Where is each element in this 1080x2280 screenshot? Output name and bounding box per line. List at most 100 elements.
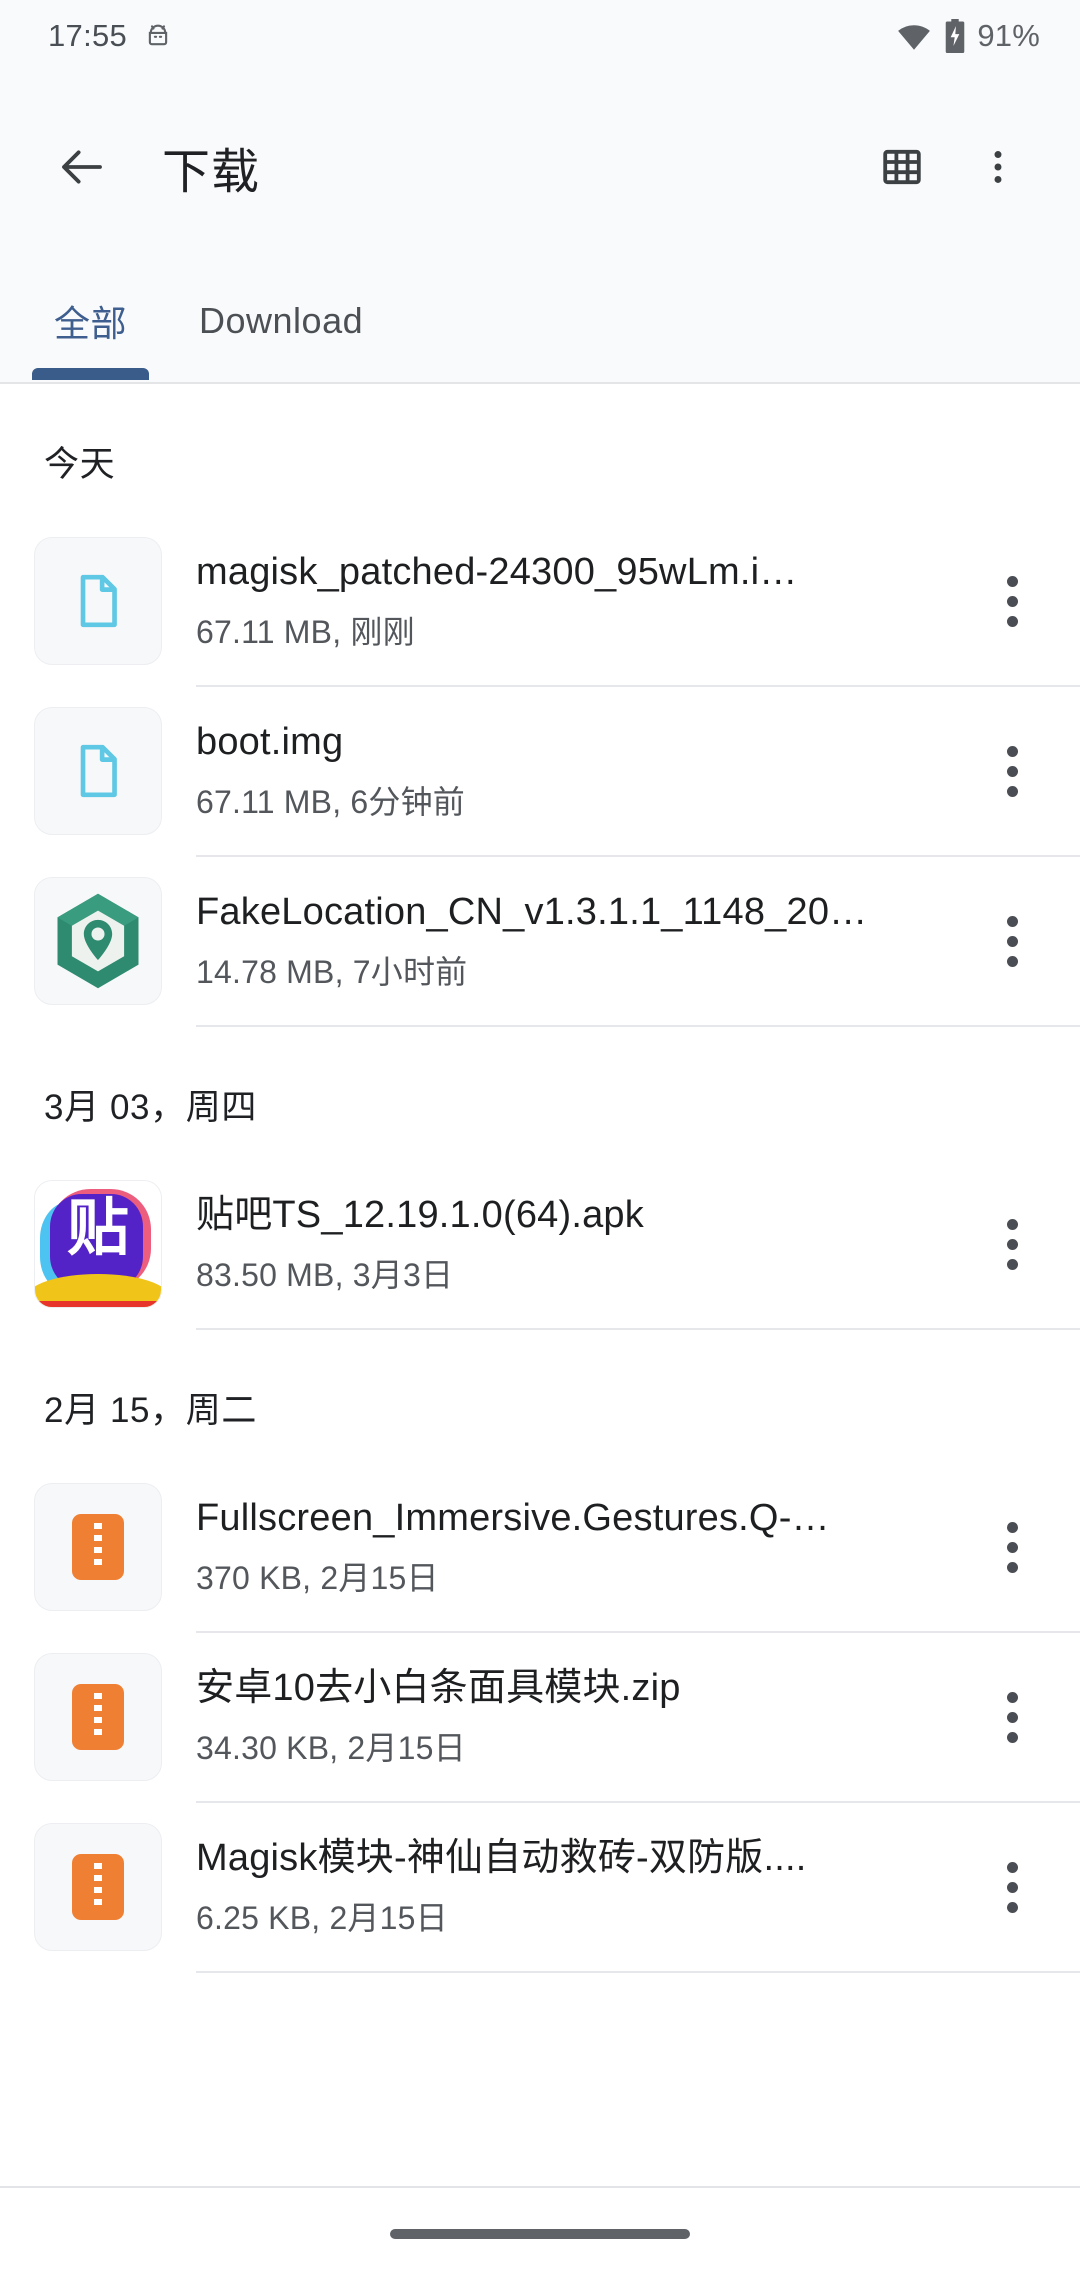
item-overflow-button[interactable]	[964, 711, 1060, 831]
more-vert-icon	[1006, 1731, 1018, 1743]
home-gesture-pill[interactable]	[390, 2229, 690, 2239]
more-vert-icon	[1006, 955, 1018, 967]
tab-download[interactable]: Download	[163, 262, 399, 380]
more-vert-icon	[1006, 1691, 1018, 1703]
file-meta: 370 KB, 2月15日	[196, 1559, 439, 1596]
list-item[interactable]: Magisk模块-神仙自动救砖-双防版.... 6.25 KB, 2月15日	[0, 1803, 1080, 1971]
file-thumbnail	[34, 707, 162, 835]
list-divider	[196, 1971, 1080, 1973]
file-name: boot.img	[196, 721, 344, 764]
file-thumbnail	[34, 1823, 162, 1951]
tab-all[interactable]: 全部	[18, 262, 163, 380]
document-file-icon	[67, 740, 129, 802]
item-overflow-button[interactable]	[964, 1184, 1060, 1304]
file-meta: 83.50 MB, 3月3日	[196, 1256, 454, 1293]
file-thumbnail	[34, 877, 162, 1005]
file-name: FakeLocation_CN_v1.3.1.1_1148_20…	[196, 891, 868, 934]
more-vert-icon	[1006, 765, 1018, 777]
file-meta: 14.78 MB, 7小时前	[196, 953, 468, 990]
zip-archive-icon	[72, 1514, 124, 1580]
more-vert-icon	[1006, 1541, 1018, 1553]
more-vert-icon	[1006, 595, 1018, 607]
more-vert-icon	[1006, 1258, 1018, 1270]
battery-charging-icon	[944, 19, 966, 53]
list-item[interactable]: 贴 贴吧TS_12.19.1.0(64).apk 83.50 MB, 3月3日	[0, 1160, 1080, 1328]
item-overflow-button[interactable]	[964, 1487, 1060, 1607]
file-name: 贴吧TS_12.19.1.0(64).apk	[196, 1194, 644, 1237]
back-arrow-icon	[55, 140, 109, 194]
more-vert-icon	[1006, 1521, 1018, 1533]
tab-bar: 全部 Download	[0, 262, 1080, 384]
downloads-list[interactable]: 今天 magisk_patched-24300_95wLm.i… 67.11 M…	[0, 384, 1080, 2186]
more-vert-icon	[1006, 745, 1018, 757]
file-name: Magisk模块-神仙自动救砖-双防版....	[196, 1837, 807, 1880]
list-item[interactable]: Fullscreen_Immersive.Gestures.Q-… 370 KB…	[0, 1463, 1080, 1631]
file-thumbnail	[34, 1483, 162, 1611]
more-vert-icon	[1006, 1861, 1018, 1873]
file-meta: 67.11 MB, 6分钟前	[196, 783, 465, 820]
file-name: 安卓10去小白条面具模块.zip	[196, 1667, 681, 1710]
more-vert-icon	[976, 145, 1020, 189]
file-text-block: 安卓10去小白条面具模块.zip 34.30 KB, 2月15日	[196, 1665, 964, 1768]
app-bar: 下载	[0, 72, 1080, 262]
file-text-block: magisk_patched-24300_95wLm.i… 67.11 MB, …	[196, 549, 964, 652]
item-overflow-button[interactable]	[964, 541, 1060, 661]
more-vert-icon	[1006, 1561, 1018, 1573]
file-text-block: Fullscreen_Immersive.Gestures.Q-… 370 KB…	[196, 1495, 964, 1598]
back-button[interactable]	[34, 119, 130, 215]
more-vert-icon	[1006, 1711, 1018, 1723]
tieba-app-icon: 贴	[35, 1181, 161, 1307]
grid-view-button[interactable]	[854, 119, 950, 215]
tieba-banner	[35, 1274, 161, 1307]
more-vert-icon	[1006, 575, 1018, 587]
more-vert-icon	[1006, 1881, 1018, 1893]
list-item[interactable]: 安卓10去小白条面具模块.zip 34.30 KB, 2月15日	[0, 1633, 1080, 1801]
more-vert-icon	[1006, 1901, 1018, 1913]
more-vert-icon	[1006, 935, 1018, 947]
status-bar-left: 17:55	[48, 18, 173, 54]
tieba-banner-inner	[35, 1301, 161, 1307]
more-vert-icon	[1006, 785, 1018, 797]
file-text-block: FakeLocation_CN_v1.3.1.1_1148_20… 14.78 …	[196, 889, 964, 992]
document-file-icon	[67, 570, 129, 632]
overflow-menu-button[interactable]	[950, 119, 1046, 215]
file-thumbnail	[34, 537, 162, 665]
file-meta: 6.25 KB, 2月15日	[196, 1899, 448, 1936]
zip-archive-icon	[72, 1684, 124, 1750]
downloads-screen: 17:55 91% 下载 全部 Download 今天 magisk_patch…	[0, 0, 1080, 2280]
file-text-block: Magisk模块-神仙自动救砖-双防版.... 6.25 KB, 2月15日	[196, 1835, 964, 1938]
file-text-block: boot.img 67.11 MB, 6分钟前	[196, 719, 964, 822]
date-group-header: 2月 15，周二	[44, 1391, 257, 1430]
tab-all-label: 全部	[54, 303, 128, 344]
list-item[interactable]: FakeLocation_CN_v1.3.1.1_1148_20… 14.78 …	[0, 857, 1080, 1025]
status-bar: 17:55 91%	[0, 0, 1080, 72]
fakelocation-app-icon	[44, 887, 152, 995]
android-head-icon	[143, 21, 173, 51]
status-clock: 17:55	[48, 18, 128, 53]
more-vert-icon	[1006, 915, 1018, 927]
date-group-header: 3月 03，周四	[44, 1088, 257, 1127]
page-title: 下载	[162, 146, 261, 199]
wifi-icon	[895, 21, 933, 51]
item-overflow-button[interactable]	[964, 1827, 1060, 1947]
battery-percent-label: 91%	[977, 18, 1040, 53]
more-vert-icon	[1006, 1218, 1018, 1230]
more-vert-icon	[1006, 1238, 1018, 1250]
item-overflow-button[interactable]	[964, 1657, 1060, 1777]
file-text-block: 贴吧TS_12.19.1.0(64).apk 83.50 MB, 3月3日	[196, 1192, 964, 1295]
tieba-glyph: 贴	[66, 1191, 129, 1265]
more-vert-icon	[1006, 615, 1018, 627]
system-nav-bar	[0, 2186, 1080, 2280]
item-overflow-button[interactable]	[964, 881, 1060, 1001]
status-bar-right: 91%	[895, 18, 1040, 54]
file-meta: 34.30 KB, 2月15日	[196, 1729, 466, 1766]
list-item[interactable]: magisk_patched-24300_95wLm.i… 67.11 MB, …	[0, 517, 1080, 685]
tab-download-label: Download	[199, 300, 364, 341]
zip-archive-icon	[72, 1854, 124, 1920]
grid-view-icon	[878, 143, 926, 191]
list-item[interactable]: boot.img 67.11 MB, 6分钟前	[0, 687, 1080, 855]
date-group-header: 今天	[44, 445, 116, 484]
file-meta: 67.11 MB, 刚刚	[196, 613, 415, 650]
file-thumbnail: 贴	[34, 1180, 162, 1308]
file-thumbnail	[34, 1653, 162, 1781]
